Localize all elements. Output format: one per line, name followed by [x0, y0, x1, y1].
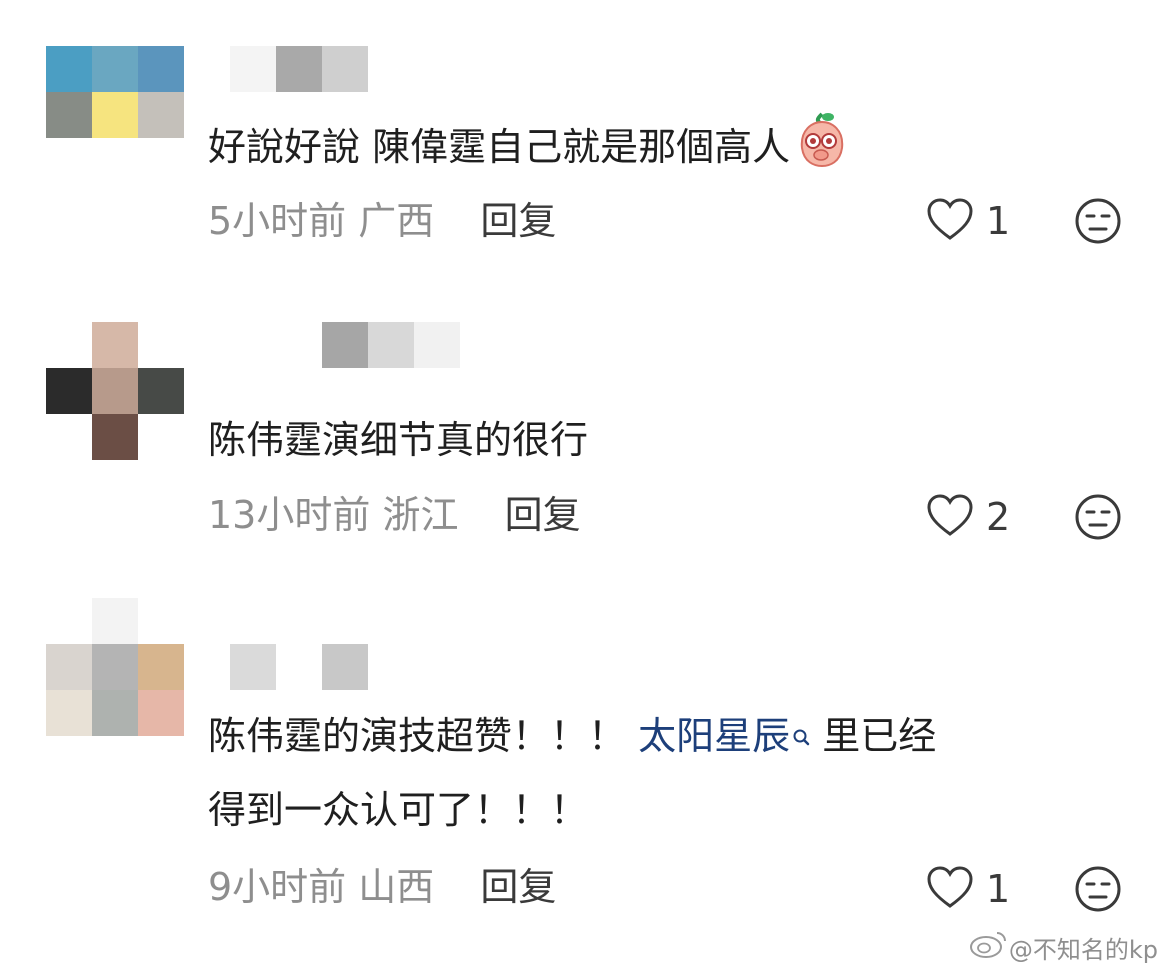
watermark: @不知名的kp — [969, 929, 1158, 965]
avatar[interactable] — [46, 322, 184, 460]
like-count: 1 — [986, 199, 1011, 243]
comment-time: 9小时前 — [208, 865, 347, 909]
comment-text: 陈伟霆演细节真的很行 — [208, 418, 589, 462]
like-count: 1 — [986, 867, 1011, 911]
avatar[interactable] — [46, 46, 184, 184]
comment-text-line2: 得到一众认可了！！！ — [208, 788, 589, 832]
reply-button[interactable]: 回复 — [505, 493, 581, 537]
like-count: 2 — [986, 495, 1011, 539]
watermark-text: @不知名的kp — [1008, 935, 1158, 964]
like-button[interactable]: 1 — [926, 196, 1010, 246]
like-button[interactable]: 1 — [926, 864, 1010, 914]
search-icon — [792, 702, 810, 770]
heart-outline-icon — [926, 865, 974, 913]
comment-region: 广西 — [358, 199, 435, 243]
comment-text: 陈伟霆的演技超赞！！！ 太阳星辰 里已经 — [208, 702, 936, 770]
comment-meta: 13小时前 浙江 回复 — [208, 490, 581, 540]
comment-meta: 9小时前 山西 回复 — [208, 862, 556, 912]
unamused-face-icon[interactable] — [1074, 865, 1122, 913]
comment-region: 山西 — [358, 865, 435, 909]
comment-time: 5小时前 — [208, 199, 347, 243]
username-blurred[interactable] — [322, 322, 460, 368]
heart-outline-icon — [926, 493, 974, 541]
weibo-logo-icon — [969, 929, 1009, 965]
comment-region: 浙江 — [382, 493, 459, 537]
unamused-face-icon[interactable] — [1074, 197, 1122, 245]
peach-emoji-icon — [794, 110, 850, 189]
reply-button[interactable]: 回复 — [480, 199, 556, 243]
username-blurred[interactable] — [230, 46, 368, 92]
unamused-face-icon[interactable] — [1074, 493, 1122, 541]
like-button[interactable]: 2 — [926, 492, 1010, 542]
comment-meta: 5小时前 广西 回复 — [208, 196, 556, 246]
avatar[interactable] — [46, 598, 184, 736]
username-blurred[interactable] — [230, 644, 368, 690]
topic-link[interactable]: 太阳星辰 — [638, 714, 810, 758]
comment-time: 13小时前 — [208, 493, 371, 537]
comment-text: 好說好說 陳偉霆自己就是那個高人 — [208, 110, 850, 189]
heart-outline-icon — [926, 197, 974, 245]
reply-button[interactable]: 回复 — [480, 865, 556, 909]
